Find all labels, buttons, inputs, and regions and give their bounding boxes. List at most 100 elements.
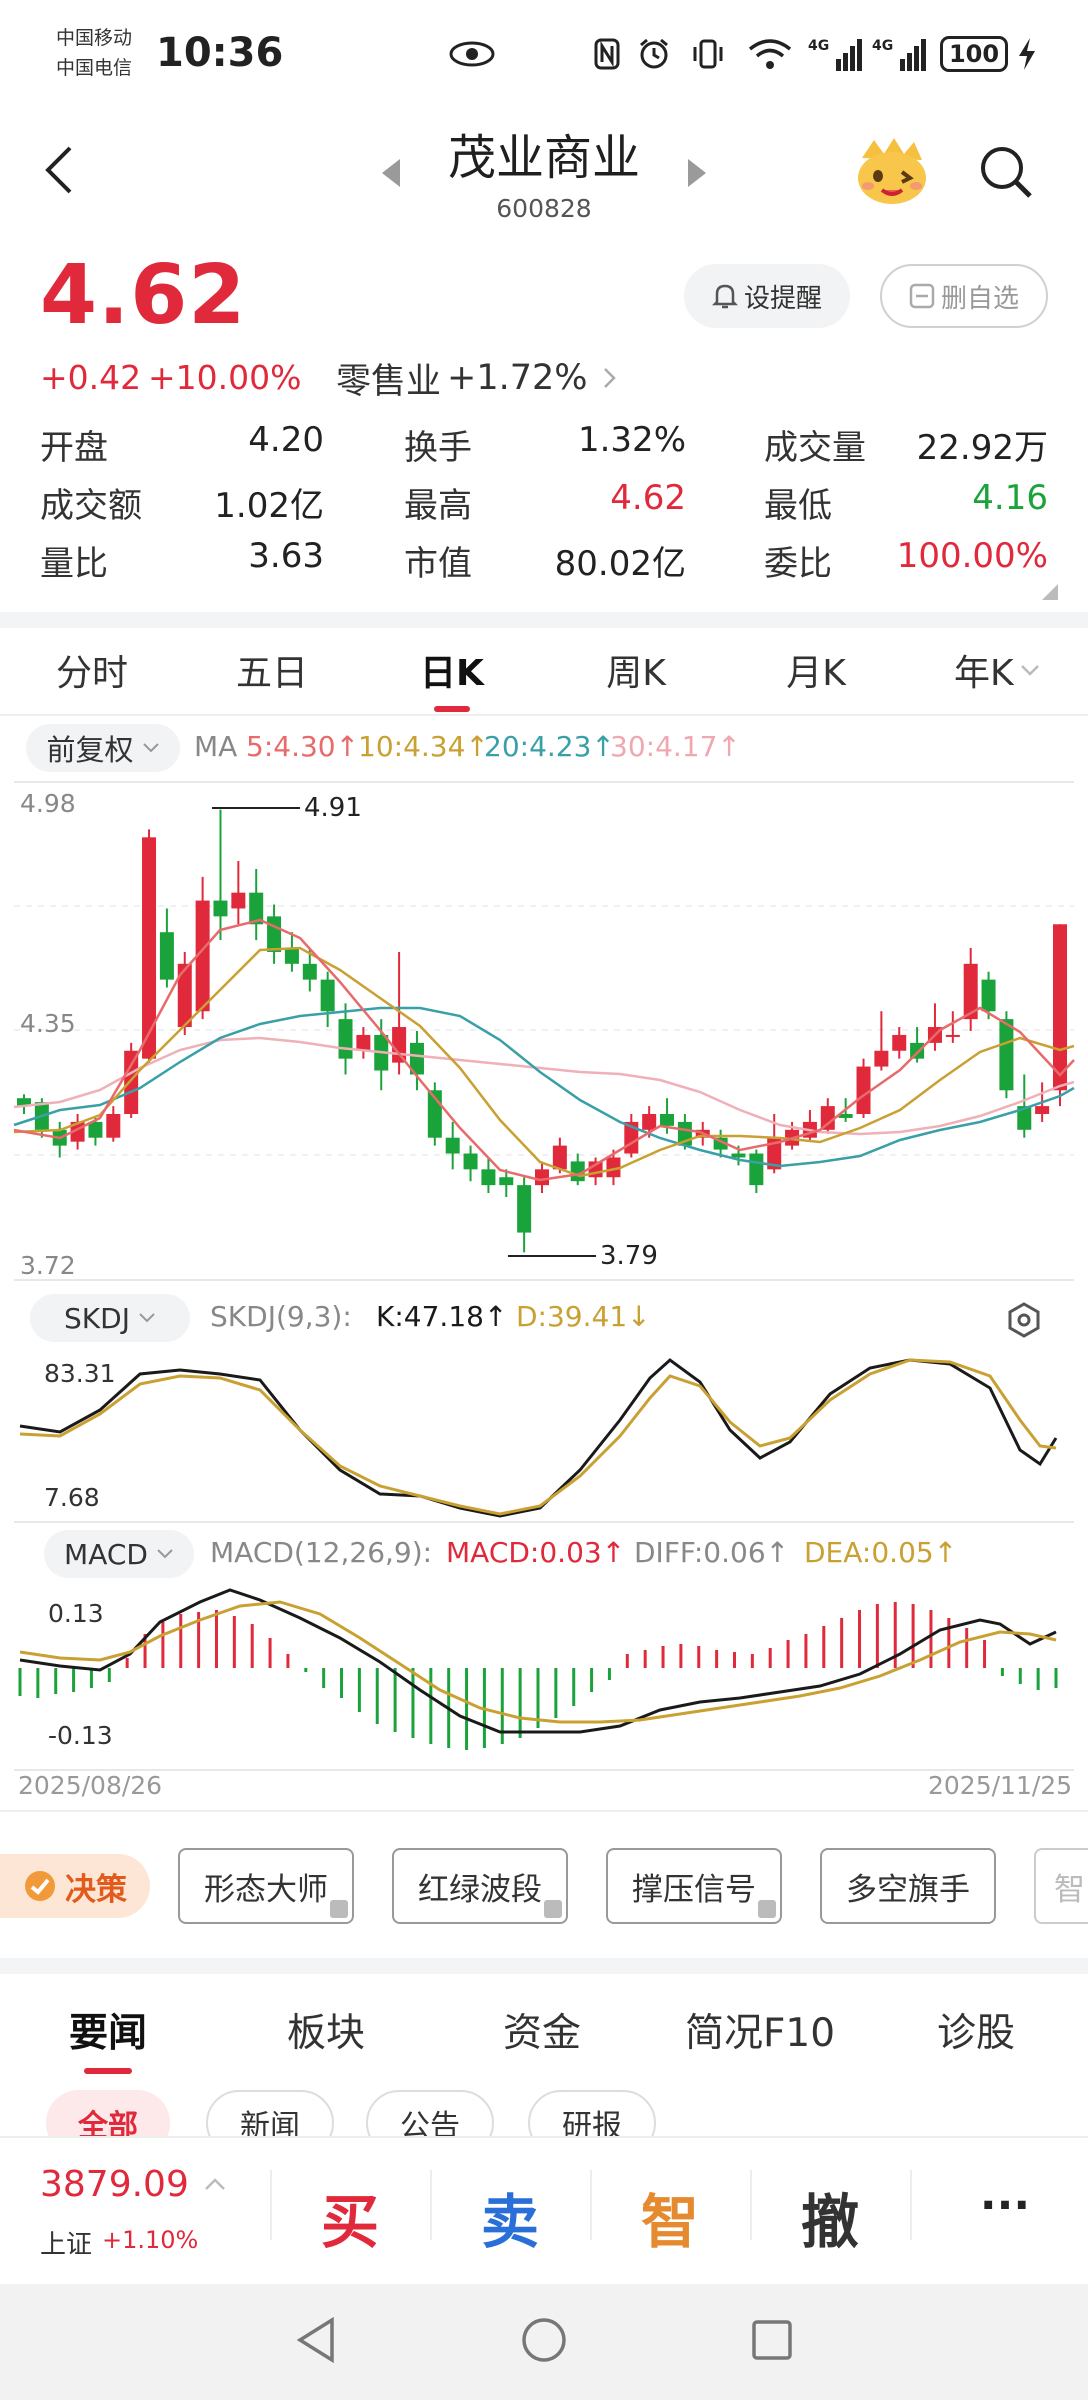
sector-pct: +1.72%	[447, 358, 588, 398]
macd-dea-value: DEA:0.05↑	[804, 1536, 958, 1569]
tab-f10[interactable]: 简况F10	[680, 2002, 840, 2058]
indicator-settings-button[interactable]	[1004, 1300, 1044, 1340]
more-button[interactable]: ···	[950, 2180, 1060, 2231]
next-stock-button[interactable]	[686, 156, 710, 190]
sector-link[interactable]: 零售业 +1.72%	[336, 356, 620, 402]
skdj-selector-label: SKDJ	[64, 1301, 130, 1335]
remove-favorite-label: 删自选	[940, 283, 1019, 314]
tabs-border	[0, 714, 1088, 716]
candle-body	[320, 979, 335, 1012]
candle-body	[642, 1114, 657, 1130]
candle-body	[231, 892, 246, 909]
net1-label: 4G	[808, 38, 829, 54]
macd-selector[interactable]: MACD	[44, 1530, 194, 1578]
expand-corner-icon[interactable]	[1042, 584, 1058, 604]
search-button[interactable]	[978, 144, 1034, 200]
carrier-1: 中国移动	[56, 27, 133, 49]
tool-red-green-wave-label: 红绿波段	[418, 1871, 542, 1908]
nav-back-button[interactable]	[292, 2314, 340, 2370]
buy-button[interactable]: 买	[300, 2175, 400, 2259]
skdj-selector[interactable]: SKDJ	[30, 1294, 190, 1342]
decision-icon	[25, 1871, 55, 1901]
decision-button[interactable]: 决策	[0, 1854, 150, 1918]
tab-sector[interactable]: 板块	[258, 2002, 394, 2058]
skdj-params: SKDJ(9,3):	[210, 1300, 352, 1333]
battery-level: 100	[939, 36, 1009, 72]
macd-value: MACD:0.03↑	[446, 1536, 626, 1569]
stat-label-order-ratio: 委比	[764, 544, 832, 584]
nav-recents-button[interactable]	[746, 2314, 798, 2370]
vibrate-icon	[690, 30, 726, 78]
tab-intraday[interactable]: 分时	[40, 644, 144, 696]
tab-yearly-k[interactable]: 年K	[954, 644, 1058, 696]
mascot-button[interactable]	[852, 134, 932, 210]
tab-monthly-k[interactable]: 月K	[764, 644, 868, 696]
tab-funds[interactable]: 资金	[474, 2002, 610, 2058]
skdj-k-line	[19, 1358, 1058, 1518]
kline-chart[interactable]: 4.91 3.79 4.98 4.35 3.72 83.31 7.68 0.13…	[0, 770, 1088, 1800]
kline-y-mid: 4.35	[20, 1009, 76, 1038]
mascot-icon	[858, 138, 926, 204]
ma10-value: 10:4.34↑	[358, 730, 489, 763]
ma-label: MA	[194, 730, 238, 763]
set-reminder-button[interactable]: 设提醒	[684, 264, 850, 328]
stat-value-turnover: 1.32%	[577, 420, 686, 460]
tool-pattern-master-label: 形态大师	[204, 1871, 328, 1908]
index-value[interactable]: 3879.09	[40, 2164, 189, 2205]
chevron-down-icon	[157, 1549, 173, 1559]
price-change-pct: +10.00%	[148, 358, 302, 397]
nav-recents-icon	[752, 2320, 792, 2360]
nav-home-icon	[522, 2318, 566, 2362]
cancel-order-button[interactable]: 撤	[780, 2175, 880, 2259]
candle-body	[892, 1034, 907, 1051]
stat-label-low: 最低	[764, 486, 832, 526]
candle-body	[999, 1019, 1014, 1091]
tab-five-day[interactable]: 五日	[220, 644, 324, 696]
high-mark-label: 4.91	[304, 793, 362, 823]
chevron-down-icon	[142, 743, 159, 753]
tool-support-pressure-label: 撑压信号	[632, 1871, 756, 1908]
ma10-line	[13, 946, 1075, 1178]
stat-label-amount: 成交额	[40, 486, 142, 526]
tab-weekly-k[interactable]: 周K	[584, 644, 688, 696]
ma5-value: 5:4.30↑	[246, 730, 360, 763]
stat-value-open: 4.20	[248, 420, 324, 460]
tab-yearly-k-label: 年K	[954, 653, 1014, 694]
sell-button[interactable]: 卖	[460, 2175, 560, 2259]
carrier-2: 中国电信	[56, 57, 133, 79]
tab-diagnose[interactable]: 诊股	[908, 2002, 1044, 2058]
candle-body	[856, 1066, 871, 1114]
skdj-y-bot: 7.68	[44, 1483, 100, 1512]
smart-button[interactable]: 智	[620, 2175, 720, 2259]
candle-body	[213, 900, 228, 917]
tab-daily-k[interactable]: 日K	[400, 644, 504, 696]
candle-body	[731, 1153, 746, 1158]
candle-body	[445, 1137, 460, 1154]
tool-support-pressure[interactable]: 撑压信号	[606, 1848, 782, 1924]
candle-body	[338, 1019, 353, 1059]
candle-body	[392, 1027, 407, 1063]
candle-body	[660, 1114, 675, 1126]
tab-news[interactable]: 要闻	[40, 2002, 176, 2058]
remove-favorite-button[interactable]: 删自选	[880, 264, 1048, 328]
triangle-right-icon	[688, 159, 706, 187]
date-end: 2025/11/25	[928, 1771, 1072, 1800]
tool-long-short-flag[interactable]: 多空旗手	[820, 1848, 996, 1924]
stat-value-high: 4.62	[610, 478, 686, 518]
nav-home-button[interactable]	[518, 2314, 570, 2370]
macd-selector-label: MACD	[64, 1537, 148, 1571]
sector-name: 零售业	[336, 361, 442, 402]
low-mark-label: 3.79	[600, 1241, 658, 1271]
macd-y-top: 0.13	[48, 1599, 104, 1628]
decision-label: 决策	[65, 1871, 127, 1908]
tool-smart-label: 智	[1054, 1871, 1085, 1908]
skdj-d-value: D:39.41↓	[516, 1300, 651, 1333]
charging-icon	[1016, 30, 1038, 78]
tool-smart[interactable]: 智	[1034, 1848, 1088, 1924]
chevron-up-icon[interactable]	[204, 2176, 226, 2195]
adjust-selector[interactable]: 前复权	[26, 724, 180, 772]
tool-pattern-master[interactable]: 形态大师	[178, 1848, 354, 1924]
candle-body	[874, 1050, 889, 1067]
tool-red-green-wave[interactable]: 红绿波段	[392, 1848, 568, 1924]
stat-label-turnover: 换手	[404, 428, 472, 468]
